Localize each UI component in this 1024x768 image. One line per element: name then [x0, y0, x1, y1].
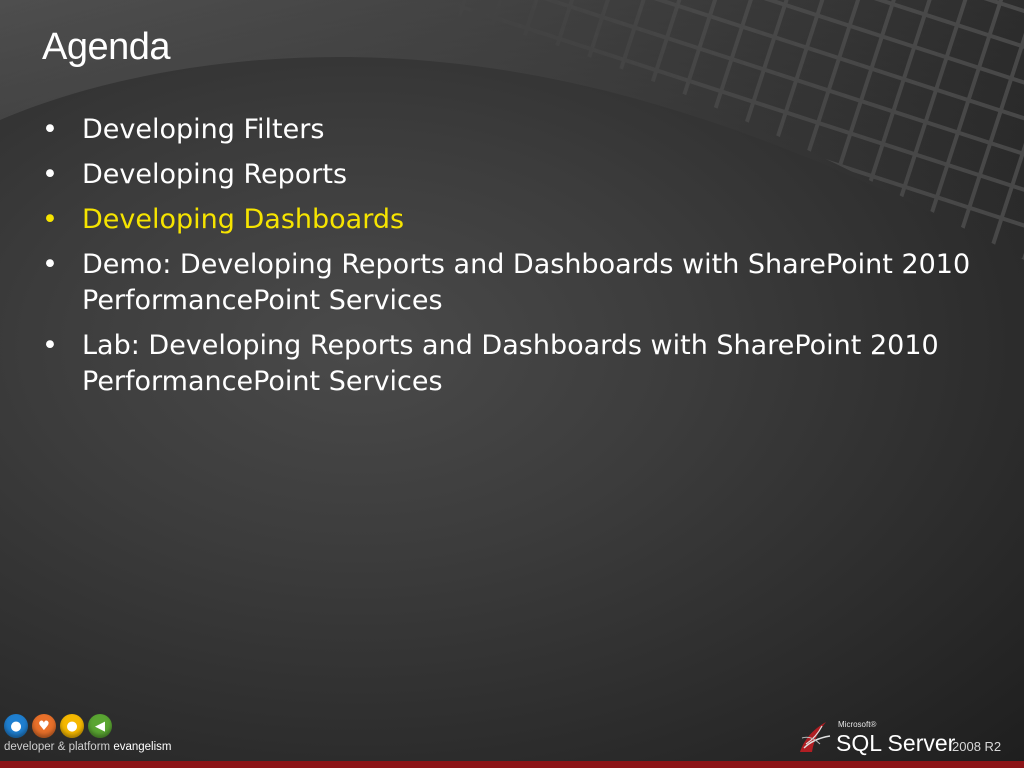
agenda-list: • Developing Filters • Developing Report…	[42, 112, 972, 409]
agenda-item: • Demo: Developing Reports and Dashboard…	[42, 247, 972, 319]
microsoft-label: Microsoft®	[838, 720, 877, 729]
agenda-item: • Developing Reports	[42, 157, 972, 193]
heart-icon: ♥	[32, 714, 56, 738]
lightbulb-icon: ●	[60, 714, 84, 738]
dpe-logo: ● ♥ ● ◀ developer & platform evangelism	[4, 714, 171, 753]
dpe-caption: developer & platform evangelism	[4, 741, 171, 753]
bullet-marker: •	[42, 249, 58, 280]
sql-server-label: SQL Server	[836, 730, 956, 756]
megaphone-icon: ◀	[88, 714, 112, 738]
slide-title: Agenda	[42, 26, 171, 68]
dpe-caption-strong: evangelism	[113, 741, 172, 753]
bullet-marker: •	[42, 159, 58, 190]
agenda-item: • Lab: Developing Reports and Dashboards…	[42, 328, 972, 400]
agenda-item-text: Developing Filters	[82, 114, 325, 145]
agenda-item-text: Developing Reports	[82, 159, 348, 190]
slide: Agenda • Developing Filters • Developing…	[0, 0, 1024, 768]
dpe-icon-row: ● ♥ ● ◀	[4, 714, 171, 738]
agenda-item-text: Demo: Developing Reports and Dashboards …	[82, 249, 971, 316]
bullet-marker: •	[42, 330, 58, 361]
dpe-caption-prefix: developer & platform	[4, 741, 114, 753]
bottom-accent-bar	[0, 761, 1024, 768]
sql-server-version: 2008 R2	[952, 739, 1002, 754]
person-icon: ●	[4, 714, 28, 738]
sql-server-logo: Microsoft® SQL Server 2008 R2	[796, 716, 1018, 758]
agenda-item: • Developing Filters	[42, 112, 972, 148]
bullet-marker: •	[42, 114, 58, 145]
agenda-item-text: Lab: Developing Reports and Dashboards w…	[82, 330, 939, 397]
agenda-item-text: Developing Dashboards	[82, 204, 405, 235]
sql-server-mark-icon	[800, 722, 831, 752]
agenda-item-current: • Developing Dashboards	[42, 202, 972, 238]
bullet-marker: •	[42, 204, 58, 235]
